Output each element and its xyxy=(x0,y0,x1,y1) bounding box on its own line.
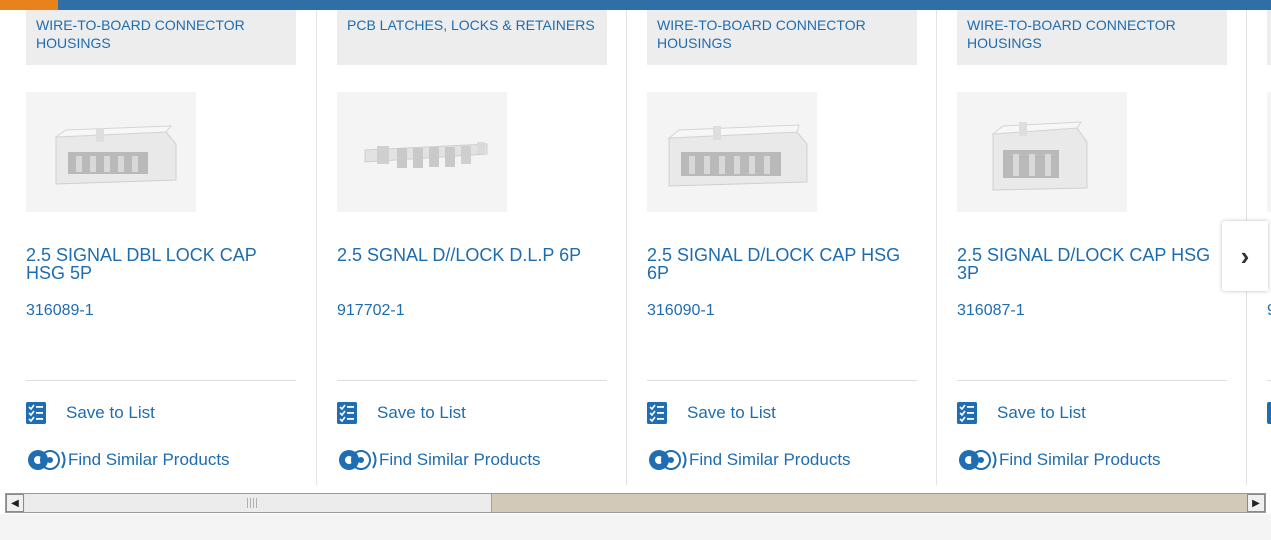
product-carousel: WIRE-TO-BOARD CONNECTOR HOUSINGS 2.5 SIG… xyxy=(0,10,1271,485)
checklist-icon xyxy=(957,402,977,424)
card-divider xyxy=(647,380,917,381)
product-image[interactable] xyxy=(337,92,507,212)
find-similar-products-label: Find Similar Products xyxy=(379,450,541,469)
product-image[interactable] xyxy=(647,92,817,212)
save-to-list-button[interactable]: Save to List xyxy=(957,402,1086,424)
top-brand-bar xyxy=(0,0,1271,10)
product-title[interactable]: 2.5 SGNAL D//LOCK D.L.P 6P xyxy=(337,246,592,264)
product-image[interactable] xyxy=(26,92,196,212)
product-category[interactable]: WIRE-TO-BOARD CONNECTOR HOUSINGS xyxy=(26,10,296,65)
scroll-right-button[interactable]: ▶ xyxy=(1247,494,1265,512)
similar-products-icon xyxy=(26,448,68,472)
lock-strip-image xyxy=(337,92,507,212)
product-card: WIRE-TO-BOARD CONNECTOR HOUSINGS 2.5 SIG… xyxy=(0,10,310,485)
product-category[interactable] xyxy=(1267,10,1271,65)
save-to-list-button[interactable]: Save to List xyxy=(26,402,155,424)
connector-housing-image xyxy=(26,92,196,212)
product-title[interactable]: 2.5 SIGNAL DBL LOCK CAP HSG 5P xyxy=(26,246,281,282)
find-similar-products-button[interactable]: Find Similar Products xyxy=(957,448,1161,472)
card-divider xyxy=(957,380,1227,381)
scrollbar-thumb[interactable] xyxy=(25,494,492,512)
find-similar-products-button[interactable]: Find Similar Products xyxy=(647,448,851,472)
product-category[interactable]: PCB LATCHES, LOCKS & RETAINERS xyxy=(337,10,607,65)
scroll-left-button[interactable]: ◀ xyxy=(6,494,24,512)
save-to-list-label: Save to List xyxy=(687,403,776,422)
find-similar-products-button[interactable]: Find Similar Products xyxy=(337,448,541,472)
similar-products-icon xyxy=(647,448,689,472)
find-similar-products-button[interactable]: Find Similar Products xyxy=(26,448,230,472)
save-to-list-button[interactable]: Save to List xyxy=(337,402,466,424)
card-divider xyxy=(26,380,296,381)
product-part-number[interactable]: 316090-1 xyxy=(647,302,715,320)
connector-housing-image xyxy=(647,92,817,212)
connector-housing-image xyxy=(957,92,1127,212)
card-divider xyxy=(1267,380,1271,381)
find-similar-products-label: Find Similar Products xyxy=(68,450,230,469)
chevron-right-icon: › xyxy=(1240,240,1250,271)
scrollbar-track[interactable] xyxy=(492,494,1247,512)
card-divider xyxy=(337,380,607,381)
top-brand-accent xyxy=(0,0,58,10)
triangle-left-icon: ◀ xyxy=(11,497,19,509)
product-title[interactable]: 2.5 SIGNAL D/LOCK CAP HSG 3P xyxy=(957,246,1212,282)
product-card: WIRE-TO-BOARD CONNECTOR HOUSINGS 2.5 SIG… xyxy=(931,10,1241,485)
carousel-next-button[interactable]: › xyxy=(1222,221,1268,291)
save-to-list-label: Save to List xyxy=(377,403,466,422)
product-title[interactable]: 2.5 SIGNAL D/LOCK CAP HSG 6P xyxy=(647,246,902,282)
product-image[interactable] xyxy=(957,92,1127,212)
similar-products-icon xyxy=(957,448,999,472)
save-to-list-label: Save to List xyxy=(66,403,155,422)
save-to-list-button[interactable]: Save to List xyxy=(647,402,776,424)
product-card: PCB LATCHES, LOCKS & RETAINERS 2.5 SGNAL… xyxy=(311,10,621,485)
product-part-number[interactable]: 316087-1 xyxy=(957,302,1025,320)
find-similar-products-label: Find Similar Products xyxy=(999,450,1161,469)
page-footer-area xyxy=(0,514,1271,540)
product-category[interactable]: WIRE-TO-BOARD CONNECTOR HOUSINGS xyxy=(647,10,917,65)
find-similar-products-label: Find Similar Products xyxy=(689,450,851,469)
product-part-number[interactable]: 9 xyxy=(1267,302,1271,320)
save-to-list-label: Save to List xyxy=(997,403,1086,422)
similar-products-icon xyxy=(337,448,379,472)
checklist-icon xyxy=(1267,402,1271,424)
checklist-icon xyxy=(337,402,357,424)
product-card: WIRE-TO-BOARD CONNECTOR HOUSINGS 2.5 SIG… xyxy=(621,10,931,485)
horizontal-scrollbar[interactable]: ◀ ▶ xyxy=(5,493,1266,513)
checklist-icon xyxy=(647,402,667,424)
checklist-icon xyxy=(26,402,46,424)
save-to-list-button[interactable] xyxy=(1267,402,1271,424)
triangle-right-icon: ▶ xyxy=(1252,497,1260,509)
product-category[interactable]: WIRE-TO-BOARD CONNECTOR HOUSINGS xyxy=(957,10,1227,65)
product-image[interactable] xyxy=(1267,92,1271,212)
scrollbar-grip xyxy=(247,498,259,508)
product-part-number[interactable]: 316089-1 xyxy=(26,302,94,320)
product-part-number[interactable]: 917702-1 xyxy=(337,302,405,320)
